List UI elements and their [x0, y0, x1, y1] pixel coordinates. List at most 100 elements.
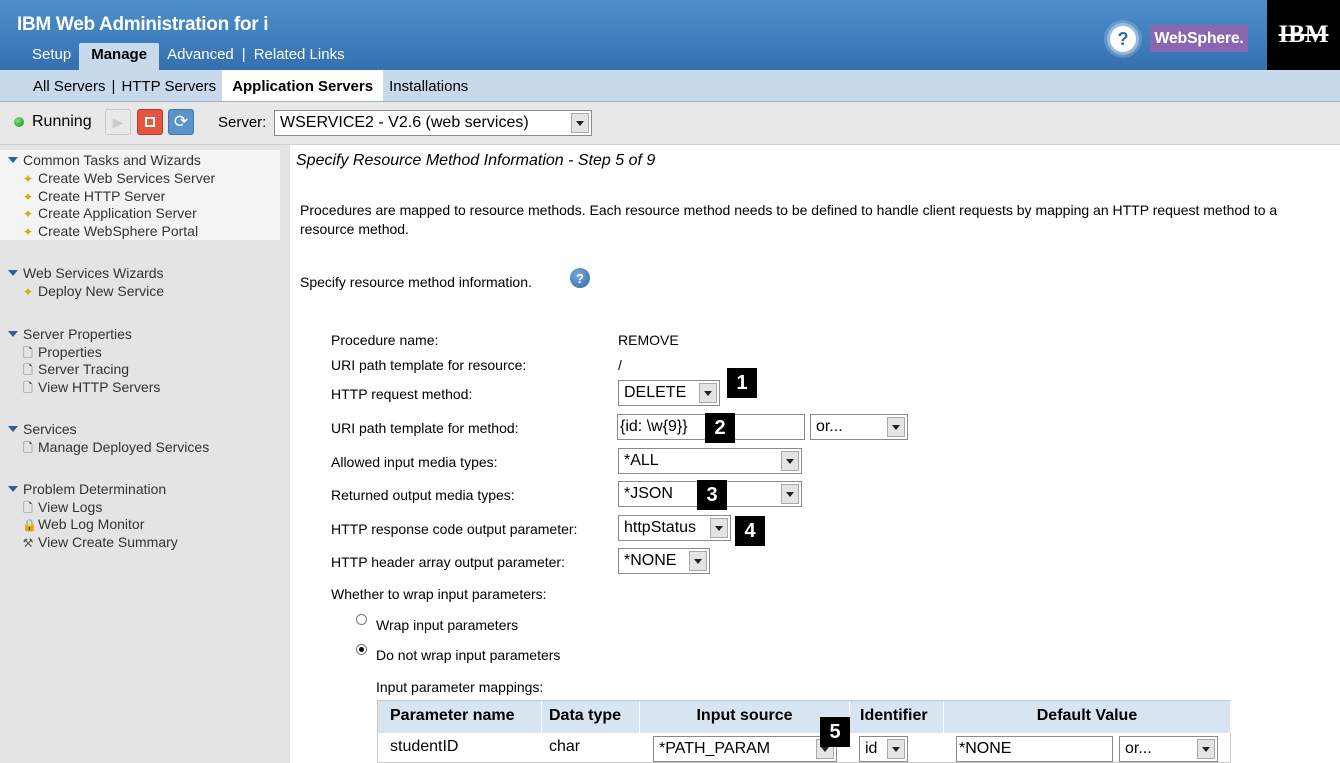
cell-parameter-name: studentID	[390, 738, 459, 755]
sidebar-item-create-web-services-server[interactable]: ✦ Create Web Services Server	[22, 170, 215, 186]
uri-resource-label: URI path template for resource:	[331, 357, 527, 373]
sidebar-group-problem-determination: Problem Determination 🗋 View Logs 🔒Web Lo…	[0, 481, 280, 551]
sidebar-item-create-application-server[interactable]: ✦ Create Application Server	[22, 205, 197, 221]
chevron-down-icon	[887, 739, 905, 759]
server-select-value: WSERVICE2 - V2.6 (web services)	[280, 114, 529, 131]
response-code-label: HTTP response code output parameter:	[331, 521, 578, 537]
wrap-radio-label: Wrap input parameters	[376, 617, 519, 633]
wrap-radio[interactable]	[356, 614, 367, 625]
start-server-button[interactable]: ▶	[105, 109, 131, 135]
running-status-icon	[14, 117, 24, 127]
app-header: IBM Web Administration for i Setup Manag…	[0, 0, 1340, 70]
subtab-bar: All Servers | HTTP Servers Application S…	[0, 70, 1340, 102]
page-description: Procedures are mapped to resource method…	[300, 202, 1278, 237]
column-header-identifier: Identifier	[850, 701, 944, 733]
stop-icon	[145, 117, 155, 127]
chevron-down-icon	[689, 551, 707, 571]
sidebar-item-web-log-monitor[interactable]: 🔒Web Log Monitor	[22, 516, 144, 532]
no-wrap-radio[interactable]	[356, 644, 367, 655]
tab-manage[interactable]: Manage	[79, 43, 160, 70]
uri-method-option-value: or...	[816, 418, 843, 435]
page-icon: 🗋	[23, 441, 33, 455]
sidebar-item-view-create-summary[interactable]: ⚒ View Create Summary	[22, 534, 178, 550]
sidebar-group-title[interactable]: Services	[8, 421, 77, 437]
refresh-button[interactable]: ⟳	[168, 109, 194, 135]
help-icon-glyph: ?	[1110, 26, 1136, 52]
uri-resource-value: /	[618, 357, 622, 373]
http-method-label: HTTP request method:	[331, 386, 473, 402]
chevron-down-icon	[781, 451, 799, 471]
sidebar-item-view-http-servers[interactable]: 🗋 View HTTP Servers	[22, 379, 160, 400]
sidebar-item-create-http-server[interactable]: ✦ Create HTTP Server	[22, 188, 165, 204]
callout-4: 4	[735, 516, 765, 546]
stop-server-button[interactable]	[137, 109, 163, 135]
chevron-down-icon	[571, 113, 589, 133]
column-header-parameter-name: Parameter name	[378, 701, 542, 733]
wizard-icon: ✦	[22, 225, 34, 239]
sidebar-group-server-properties: Server Properties 🗋 Properties 🗋 Server Tr…	[0, 326, 280, 396]
cell-data-type: char	[549, 738, 581, 755]
tab-related-links[interactable]: Related Links	[246, 43, 353, 70]
sidebar-item-manage-deployed-services[interactable]: 🗋 Manage Deployed Services	[22, 439, 209, 460]
uri-method-option-select[interactable]: or...	[810, 414, 908, 440]
input-media-value: *ALL	[624, 452, 659, 469]
server-state: Running	[32, 113, 92, 130]
sidebar-item-create-websphere-portal[interactable]: ✦ Create WebSphere Portal	[22, 223, 198, 239]
subtab-installations[interactable]: Installations	[383, 70, 474, 101]
procedure-name-value: REMOVE	[618, 332, 679, 348]
sidebar-item-deploy-new-service[interactable]: ✦ Deploy New Service	[22, 283, 164, 299]
chevron-down-icon	[781, 484, 799, 504]
chevron-down-icon	[710, 518, 728, 538]
app-title: IBM Web Administration for i	[17, 14, 269, 35]
sidebar-group-services: Services 🗋 Manage Deployed Services	[0, 421, 280, 461]
procedure-name-label: Procedure name:	[331, 332, 439, 348]
output-media-label: Returned output media types:	[331, 487, 515, 503]
http-method-value: DELETE	[624, 384, 687, 401]
response-code-value: httpStatus	[624, 519, 697, 536]
callout-5: 5	[820, 717, 850, 747]
sidebar-group-title[interactable]: Common Tasks and Wizards	[8, 152, 201, 168]
websphere-logo: WebSphere.	[1150, 25, 1248, 52]
identifier-select[interactable]: id	[859, 736, 908, 762]
help-icon[interactable]: ?	[570, 268, 590, 288]
wizard-icon: ✦	[22, 172, 34, 186]
uri-method-label: URI path template for method:	[331, 420, 519, 436]
subtab-application-servers[interactable]: Application Servers	[222, 70, 384, 101]
http-method-select[interactable]: DELETE	[618, 380, 720, 406]
chevron-down-icon	[699, 383, 717, 403]
sidebar-group-title[interactable]: Web Services Wizards	[8, 265, 164, 281]
tab-setup[interactable]: Setup	[24, 43, 79, 70]
sidebar-group-title[interactable]: Problem Determination	[8, 481, 166, 497]
default-value-input[interactable]: *NONE	[956, 736, 1113, 762]
default-value-value: *NONE	[959, 740, 1012, 757]
subtab-all-servers[interactable]: All Servers	[27, 70, 112, 101]
callout-3: 3	[697, 480, 727, 510]
wizard-icon: ✦	[22, 207, 34, 221]
sidebar-group-common-tasks: Common Tasks and Wizards ✦ Create Web Ser…	[0, 150, 280, 240]
subtab-http-servers[interactable]: HTTP Servers	[115, 70, 222, 101]
callout-1: 1	[727, 368, 757, 398]
server-select[interactable]: WSERVICE2 - V2.6 (web services)	[274, 110, 592, 136]
help-icon[interactable]: ?	[1104, 22, 1142, 56]
input-source-select[interactable]: *PATH_PARAM	[653, 736, 837, 762]
ibm-logo: IBM	[1267, 0, 1340, 70]
parameter-mapping-table: Parameter name Data type Input source Id…	[377, 700, 1231, 763]
sidebar-group-title[interactable]: Server Properties	[8, 326, 132, 342]
top-tabs: Setup Manage Advanced | Related Links	[24, 43, 353, 70]
header-array-label: HTTP header array output parameter:	[331, 554, 565, 570]
column-header-data-type: Data type	[542, 701, 640, 733]
wrench-icon: ⚒	[22, 536, 34, 550]
callout-2: 2	[705, 413, 735, 443]
default-value-option-select[interactable]: or...	[1119, 736, 1218, 762]
page-icon: 🗋	[23, 381, 33, 395]
tab-advanced[interactable]: Advanced	[159, 43, 242, 70]
output-media-value: *JSON	[624, 485, 673, 502]
input-media-select[interactable]: *ALL	[618, 448, 802, 474]
expand-triangle-icon	[8, 157, 18, 163]
wizard-icon: ✦	[22, 285, 34, 299]
chevron-down-icon	[1197, 739, 1215, 759]
input-source-value: *PATH_PARAM	[659, 740, 771, 757]
sidebar: Common Tasks and Wizards ✦ Create Web Ser…	[0, 145, 290, 763]
header-array-select[interactable]: *NONE	[618, 548, 710, 574]
response-code-select[interactable]: httpStatus	[618, 515, 731, 541]
